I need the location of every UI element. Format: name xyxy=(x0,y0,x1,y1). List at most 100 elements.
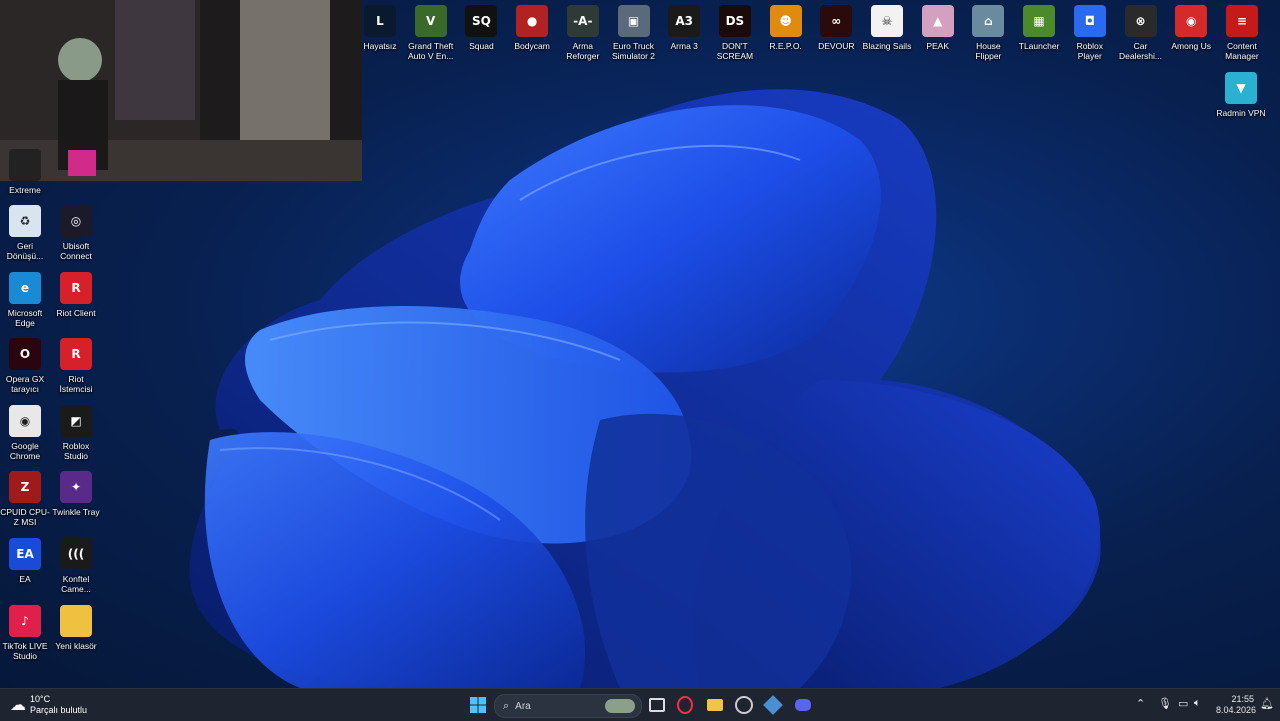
desktop-icon-among-us[interactable]: ◉ Among Us xyxy=(1166,5,1216,51)
desktop-icon-league-of-legends[interactable]: L Hayatsız xyxy=(355,5,405,51)
clock[interactable]: 21:55 8.04.2026 xyxy=(1216,694,1257,716)
house-flipper-icon: ⌂ xyxy=(972,5,1005,37)
microphone-icon[interactable]: 🎙︎ xyxy=(1158,697,1172,710)
desktop-icon-ubisoft-connect[interactable]: ◎ Ubisoft Connect xyxy=(51,205,101,261)
desktop-icon-riot-client[interactable]: R Riot Client xyxy=(51,271,101,318)
blazing-sails-icon: ☠ xyxy=(871,5,903,37)
taskbar-app-2[interactable] xyxy=(762,693,784,717)
task-view-button[interactable] xyxy=(646,693,668,717)
desktop-icon-label: PEAK xyxy=(926,41,950,51)
desktop-icon-label: Google Chrome xyxy=(9,440,41,461)
roblox-studio-icon: ◩ xyxy=(60,404,92,437)
arma-3-icon: A3 xyxy=(668,5,701,37)
desktop-icon-label: Roblox Player xyxy=(1076,41,1104,61)
desktop-icon-konftel-camera[interactable]: (((Konftel Came... xyxy=(51,538,101,594)
desktop-icon-extreme[interactable]: Extreme xyxy=(0,149,50,195)
dont-scream-icon: DS xyxy=(718,5,751,37)
desktop-icon-label: Riot Client xyxy=(56,307,96,318)
radmin-vpn-icon: ▼ xyxy=(1225,72,1257,104)
taskbar-file-explorer[interactable] xyxy=(704,693,726,717)
desktop-icon-euro-truck[interactable]: ▣ Euro Truck Simulator 2 xyxy=(609,5,659,61)
desktop-icon-ea[interactable]: EA EA xyxy=(0,538,50,584)
desktop-icon-label: TikTok LIVE Studio xyxy=(2,640,48,661)
google-chrome-icon: ◉ xyxy=(9,404,41,437)
weather-widget[interactable]: ☁ 10°C Parçalı bulutlu xyxy=(10,693,100,717)
desktop-icon-radmin-vpn[interactable]: ▼ Radmin VPN xyxy=(1216,72,1266,118)
euro-truck-icon: ▣ xyxy=(617,5,650,37)
desktop-icon-house-flipper[interactable]: ⌂ House Flipper xyxy=(963,5,1013,61)
desktop-icon-label: Squad xyxy=(469,41,494,51)
taskbar-search[interactable]: ⌕ Ara xyxy=(494,694,642,718)
desktop-icon-label: Blazing Sails xyxy=(862,41,912,51)
desktop-icon-car-dealership[interactable]: ⊗ Car Dealershi... xyxy=(1116,5,1166,61)
desktop-icon-roblox-studio[interactable]: ◩ Roblox Studio xyxy=(51,404,101,461)
desktop-icon-repo[interactable]: ☻ R.E.P.O. xyxy=(761,5,811,51)
desktop-icon-gta-v[interactable]: V Grand Theft Auto V En... xyxy=(406,5,456,61)
taskbar-discord[interactable] xyxy=(792,693,814,717)
weather-temp: 10°C xyxy=(30,694,51,704)
windows-icon xyxy=(470,697,486,713)
konftel-camera-icon: ((( xyxy=(60,538,92,570)
desktop-icon-microsoft-edge[interactable]: e Microsoft Edge xyxy=(0,271,50,328)
desktop-icon-label: Grand Theft Auto V En... xyxy=(408,41,454,61)
desktop-icon-folder[interactable]: Yeni klasör xyxy=(51,604,101,651)
desktop-icon-arma-3[interactable]: A3 Arma 3 xyxy=(659,5,709,51)
taskbar-app-1[interactable] xyxy=(733,693,755,717)
desktop-icon-label: Geri Dönüşü... xyxy=(6,241,44,261)
desktop-icon-tlauncher[interactable]: ▦ TLauncher xyxy=(1014,5,1064,51)
desktop-icon-tiktok-live[interactable]: ♪ TikTok LIVE Studio xyxy=(0,604,50,661)
desktop-icon-recycle-bin[interactable]: ♻ Geri Dönüşü... xyxy=(0,205,50,261)
desktop-icon-devour[interactable]: ∞ DEVOUR xyxy=(811,5,861,51)
weather-desc: Parçalı bulutlu xyxy=(30,705,88,715)
cpuz-icon: Z xyxy=(9,471,41,504)
network-icon[interactable]: ▭ xyxy=(1178,697,1188,710)
desktop-icon-label: Arma Reforger xyxy=(566,41,600,61)
desktop-icon-riot-istemcisi[interactable]: R Riot İstemcisi xyxy=(51,338,101,394)
clock-date: 8.04.2026 xyxy=(1216,705,1257,715)
twinkle-tray-icon: ✦ xyxy=(60,471,92,504)
desktop-icon-blazing-sails[interactable]: ☠ Blazing Sails xyxy=(862,5,912,51)
show-hidden-icons-button[interactable]: ⌃ xyxy=(1136,697,1145,710)
desktop-icon-label: DON'T SCREAM xyxy=(716,41,754,61)
desktop-icon-opera-gx[interactable]: O Opera GX tarayıcı xyxy=(0,338,50,394)
content-manager-icon: ≡ xyxy=(1225,5,1258,37)
desktop-icon-label: Twinkle Tray xyxy=(52,507,100,518)
desktop-icon-label: CPUID CPU-Z MSI xyxy=(0,507,50,528)
start-button[interactable] xyxy=(466,693,490,717)
devour-icon: ∞ xyxy=(820,5,853,37)
squad-icon: SQ xyxy=(465,5,498,37)
riot-istemcisi-icon: R xyxy=(60,338,92,371)
folder-icon xyxy=(707,699,723,711)
peak-icon: ▲ xyxy=(921,5,954,37)
desktop-icon-cpuz[interactable]: Z CPUID CPU-Z MSI xyxy=(0,471,50,527)
taskbar-opera-gx[interactable] xyxy=(674,693,696,717)
desktop-icon-label: Radmin VPN xyxy=(1216,108,1266,118)
desktop-icon-arma-reforger[interactable]: -A- Arma Reforger xyxy=(558,5,608,61)
microsoft-edge-icon: e xyxy=(9,271,41,304)
desktop-icon-roblox-player[interactable]: ◘ Roblox Player xyxy=(1065,5,1115,61)
desktop-icon-label: Opera GX tarayıcı xyxy=(5,374,45,395)
ubisoft-connect-icon: ◎ xyxy=(60,205,92,237)
steam-like-icon xyxy=(763,695,783,715)
desktop[interactable]: L Hayatsız V Grand Theft Auto V En... SQ Squa… xyxy=(0,0,1280,688)
taskbar: ☁ 10°C Parçalı bulutlu ⌕ Ara ⌃ 🎙︎ ▭ 🔈︎ 2… xyxy=(0,688,1280,721)
desktop-icon-content-manager[interactable]: ≡ Content Manager xyxy=(1217,5,1267,61)
extreme-icon xyxy=(9,149,41,181)
ea-icon: EA xyxy=(9,538,41,570)
desktop-icon-label: Content Manager xyxy=(1225,41,1259,61)
arma-reforger-icon: -A- xyxy=(566,5,599,37)
desktop-icon-google-chrome[interactable]: ◉ Google Chrome xyxy=(0,404,50,461)
search-highlight-icon xyxy=(605,699,635,713)
desktop-icon-label: Arma 3 xyxy=(670,41,698,51)
desktop-icon-label: Car Dealershi... xyxy=(1119,41,1162,61)
desktop-icon-label: Extreme xyxy=(9,185,41,195)
desktop-icon-squad[interactable]: SQ Squad xyxy=(456,5,506,51)
desktop-icon-bodycam[interactable]: ● Bodycam xyxy=(507,5,557,51)
desktop-icon-peak[interactable]: ▲ PEAK xyxy=(913,5,963,51)
desktop-icon-twinkle-tray[interactable]: ✦ Twinkle Tray xyxy=(51,471,101,517)
desktop-icon-dont-scream[interactable]: DS DON'T SCREAM xyxy=(710,5,760,61)
repo-icon: ☻ xyxy=(769,5,802,37)
volume-icon[interactable]: 🔈︎ xyxy=(1194,697,1201,710)
notifications-icon[interactable]: 🔔︎ xyxy=(1260,697,1274,710)
desktop-icon-label: Microsoft Edge xyxy=(7,307,43,328)
